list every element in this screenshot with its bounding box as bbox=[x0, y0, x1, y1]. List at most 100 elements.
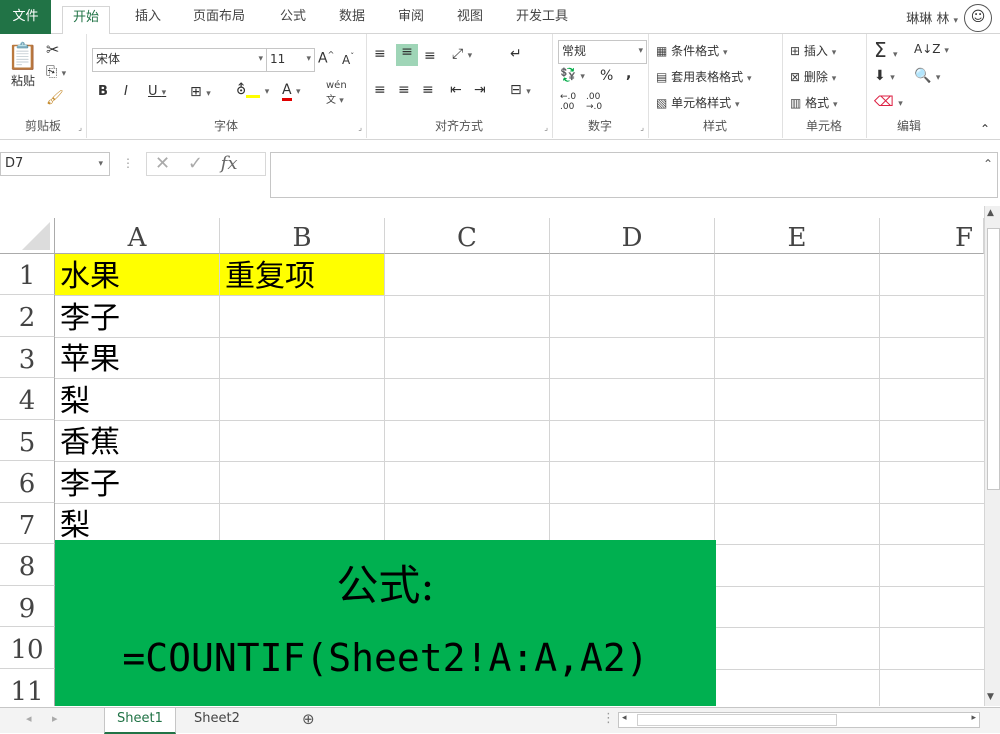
align-right-icon[interactable]: ≡ bbox=[422, 82, 434, 98]
phonetic-icon[interactable]: wén 文 ▾ bbox=[326, 80, 347, 106]
sheet-tab-sheet1[interactable]: Sheet1 bbox=[104, 708, 176, 734]
orientation-icon[interactable]: ⤢ ▾ bbox=[452, 46, 472, 62]
find-select-icon[interactable]: 🔍 ▾ bbox=[914, 68, 940, 84]
merge-center-icon[interactable]: ⊟ ▾ bbox=[510, 82, 531, 98]
tab-data[interactable]: 数据 bbox=[329, 6, 375, 34]
dialog-launcher-icon[interactable]: ⌟ bbox=[78, 123, 82, 132]
dialog-launcher-icon[interactable]: ⌟ bbox=[544, 123, 548, 132]
cell-A3[interactable]: 苹果 bbox=[55, 337, 220, 379]
row-header[interactable]: 6 bbox=[0, 461, 55, 503]
conditional-format-button[interactable]: ▦ 条件格式 ▾ bbox=[656, 42, 728, 59]
column-header[interactable]: B bbox=[220, 218, 385, 254]
column-header[interactable]: D bbox=[550, 218, 715, 254]
scroll-right-icon[interactable]: ▸ bbox=[971, 713, 976, 723]
format-painter-icon[interactable]: 🖌 bbox=[46, 90, 64, 106]
cell-A1[interactable]: 水果 bbox=[55, 254, 220, 296]
cell-styles-button[interactable]: ▧ 单元格样式 ▾ bbox=[656, 94, 740, 111]
delete-cells-button[interactable]: ⊠ 删除 ▾ bbox=[790, 68, 836, 85]
format-as-table-button[interactable]: ▤ 套用表格格式 ▾ bbox=[656, 68, 752, 85]
cell-A6[interactable]: 李子 bbox=[55, 462, 220, 503]
cut-icon[interactable]: ✂ bbox=[46, 40, 59, 59]
increase-decimal-icon[interactable]: ←.0.00 bbox=[560, 92, 576, 112]
paste-button[interactable]: 📋 粘贴 bbox=[6, 42, 40, 94]
tab-view[interactable]: 视图 bbox=[447, 6, 493, 34]
sort-filter-icon[interactable]: A↓Z ▾ bbox=[914, 42, 949, 56]
row-header[interactable]: 2 bbox=[0, 295, 55, 337]
underline-button[interactable]: U ▾ bbox=[148, 84, 166, 99]
wrap-text-icon[interactable]: ↵ bbox=[510, 46, 522, 62]
percent-button[interactable]: % bbox=[600, 68, 613, 84]
decrease-indent-icon[interactable]: ⇤ bbox=[450, 82, 462, 98]
horizontal-scrollbar[interactable]: ◂ ▸ bbox=[618, 712, 980, 728]
format-cells-button[interactable]: ▥ 格式 ▾ bbox=[790, 94, 838, 111]
insert-cells-button[interactable]: ⊞ 插入 ▾ bbox=[790, 42, 836, 59]
select-all-corner[interactable] bbox=[0, 218, 55, 254]
currency-icon[interactable]: 💱 ▾ bbox=[560, 68, 585, 83]
row-header[interactable]: 9 bbox=[0, 586, 55, 627]
fill-color-icon[interactable]: ⛢ ▾ bbox=[236, 82, 269, 98]
sheet-tab-sheet2[interactable]: Sheet2 bbox=[182, 708, 252, 732]
bold-button[interactable]: B bbox=[98, 84, 108, 99]
row-header[interactable]: 1 bbox=[0, 254, 55, 295]
tab-developer[interactable]: 开发工具 bbox=[506, 6, 578, 34]
fill-icon[interactable]: ⬇ ▾ bbox=[874, 68, 895, 84]
autosum-icon[interactable]: Σ ▾ bbox=[874, 38, 898, 62]
collapse-ribbon-icon[interactable]: ⌃ bbox=[980, 122, 990, 136]
increase-indent-icon[interactable]: ⇥ bbox=[474, 82, 486, 98]
number-format-select[interactable]: 常规 ▾ bbox=[558, 40, 647, 64]
user-name[interactable]: 琳琳 林 ▾ bbox=[906, 8, 958, 27]
font-size-select[interactable]: 11 ▾ bbox=[266, 48, 315, 72]
hscroll-thumb[interactable] bbox=[637, 714, 837, 726]
font-name-select[interactable]: 宋体 ▾ bbox=[92, 48, 267, 72]
cell-A7[interactable]: 梨 bbox=[55, 503, 220, 545]
tab-formulas[interactable]: 公式 bbox=[270, 6, 316, 34]
scroll-thumb[interactable] bbox=[987, 228, 1000, 490]
align-center-icon[interactable]: ≡ bbox=[398, 82, 410, 98]
cell-A2[interactable]: 李子 bbox=[55, 296, 220, 337]
comma-button[interactable]: , bbox=[626, 66, 631, 82]
italic-button[interactable]: I bbox=[124, 84, 128, 99]
scroll-up-icon[interactable]: ▲ bbox=[987, 208, 994, 218]
add-sheet-icon[interactable]: ⊕ bbox=[290, 708, 327, 732]
cancel-icon[interactable]: ✕ bbox=[155, 153, 170, 174]
row-header[interactable]: 10 bbox=[0, 627, 55, 669]
grow-font-icon[interactable]: A^ bbox=[318, 50, 334, 67]
align-top-icon[interactable]: ≡ bbox=[374, 46, 386, 62]
worksheet-grid[interactable]: A B C D E F 1 2 3 4 5 6 7 8 9 10 11 水果 重… bbox=[0, 206, 984, 706]
row-header[interactable]: 5 bbox=[0, 420, 55, 461]
expand-formula-icon[interactable]: ⌃ bbox=[983, 157, 993, 171]
row-header[interactable]: 4 bbox=[0, 378, 55, 420]
column-header[interactable]: C bbox=[385, 218, 550, 254]
cell-A5[interactable]: 香蕉 bbox=[55, 420, 220, 462]
column-header[interactable]: E bbox=[715, 218, 880, 254]
next-sheet-icon[interactable]: ▸ bbox=[40, 708, 70, 732]
row-header[interactable]: 7 bbox=[0, 503, 55, 544]
dialog-launcher-icon[interactable]: ⌟ bbox=[358, 123, 362, 132]
tab-home[interactable]: 开始 bbox=[62, 6, 111, 36]
scroll-left-icon[interactable]: ◂ bbox=[622, 713, 627, 723]
formula-input[interactable]: ⌃ bbox=[270, 152, 998, 198]
copy-icon[interactable]: ⎘ ▾ bbox=[46, 64, 66, 80]
name-box-splitter[interactable]: ⋮ bbox=[122, 156, 134, 170]
dialog-launcher-icon[interactable]: ⌟ bbox=[640, 123, 644, 132]
tab-page-layout[interactable]: 页面布局 bbox=[183, 6, 255, 34]
tab-review[interactable]: 审阅 bbox=[388, 6, 434, 34]
clear-icon[interactable]: ⌫ ▾ bbox=[874, 94, 903, 110]
row-header[interactable]: 8 bbox=[0, 544, 55, 586]
decrease-decimal-icon[interactable]: .00 →.0 bbox=[586, 92, 602, 112]
avatar[interactable]: ☺ bbox=[964, 4, 992, 32]
insert-function-icon[interactable]: fx bbox=[221, 153, 238, 174]
column-header[interactable]: A bbox=[55, 218, 220, 254]
vertical-scrollbar[interactable]: ▲ ▼ bbox=[984, 206, 1000, 706]
align-middle-icon[interactable]: ≡ bbox=[396, 44, 418, 66]
tab-file[interactable]: 文件 bbox=[0, 0, 51, 34]
enter-icon[interactable]: ✓ bbox=[188, 153, 203, 174]
tab-insert[interactable]: 插入 bbox=[125, 6, 171, 34]
scroll-down-icon[interactable]: ▼ bbox=[987, 692, 994, 702]
row-header[interactable]: 3 bbox=[0, 337, 55, 378]
column-header[interactable]: F bbox=[880, 218, 984, 254]
align-bottom-icon[interactable]: ≡ bbox=[424, 48, 436, 64]
font-color-icon[interactable]: A ▾ bbox=[282, 82, 301, 101]
cell-B1[interactable]: 重复项 bbox=[220, 254, 385, 296]
row-header[interactable]: 11 bbox=[0, 669, 55, 706]
